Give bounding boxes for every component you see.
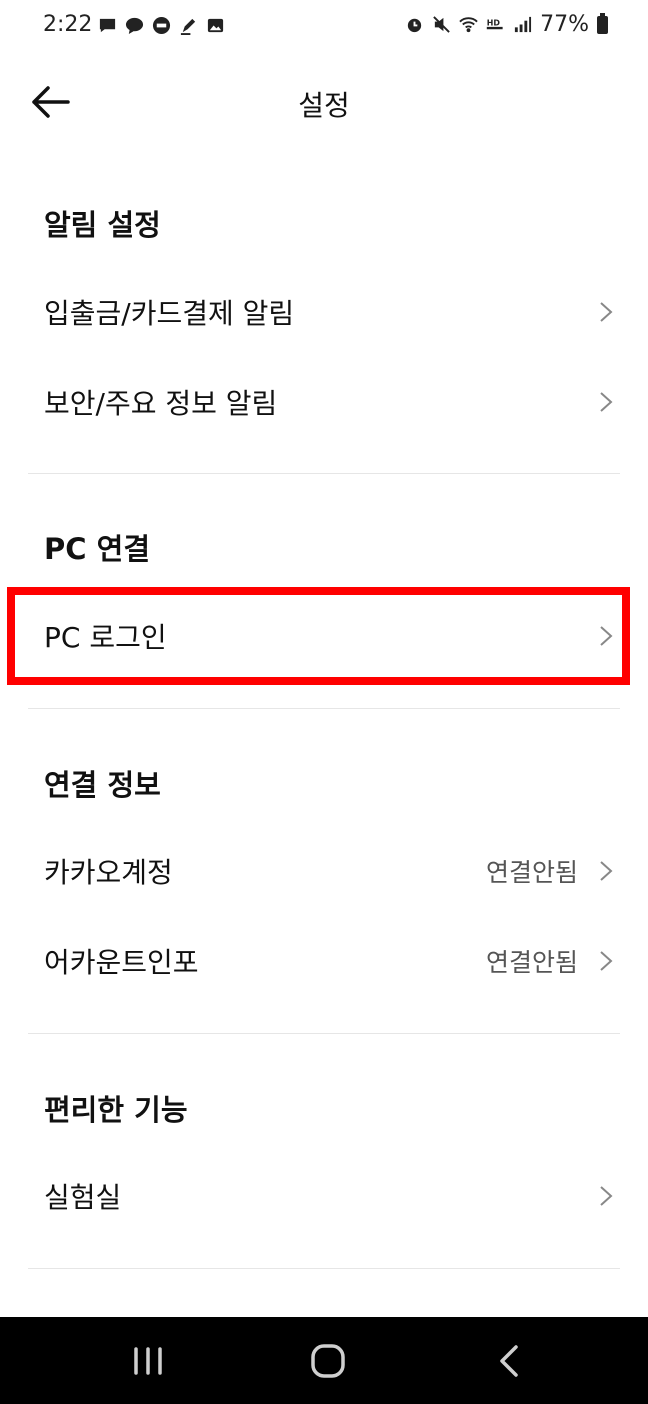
row-status-value: 연결안됨	[485, 858, 578, 887]
divider	[28, 1033, 620, 1034]
row-account-info[interactable]: 어카운트인포 연결안됨	[0, 921, 648, 1001]
recent-apps-icon[interactable]	[118, 1341, 178, 1381]
section-title-connections: 연결 정보	[44, 768, 161, 802]
alarm-icon	[407, 18, 422, 33]
divider	[28, 708, 620, 709]
row-pc-login[interactable]: PC 로그인	[0, 596, 648, 676]
divider	[28, 473, 620, 474]
chevron-right-icon	[600, 1186, 613, 1206]
app-header: 설정	[0, 70, 648, 134]
status-indicators: HD 77%	[405, 12, 608, 37]
signal-icon	[514, 16, 532, 33]
page-title: 설정	[298, 89, 350, 122]
mute-icon	[433, 16, 450, 33]
row-label: 어카운트인포	[44, 946, 199, 979]
row-kakao-account[interactable]: 카카오계정 연결안됨	[0, 831, 648, 911]
svg-text:HD: HD	[487, 18, 501, 27]
notification-icons	[98, 16, 225, 35]
chevron-right-icon	[600, 951, 613, 971]
row-label: 실험실	[44, 1181, 122, 1214]
wifi-icon	[459, 17, 478, 33]
message-icon	[99, 18, 116, 33]
row-label: 보안/주요 정보 알림	[44, 387, 278, 420]
system-nav-bar	[0, 1317, 648, 1404]
row-label: PC 로그인	[44, 621, 167, 654]
section-title-features: 편리한 기능	[44, 1093, 188, 1127]
home-icon[interactable]	[298, 1341, 358, 1381]
row-transaction-alerts[interactable]: 입출금/카드결제 알림	[0, 272, 648, 352]
status-time: 2:22	[43, 12, 93, 37]
row-status-value: 연결안됨	[485, 948, 578, 977]
row-lab[interactable]: 실험실	[0, 1156, 648, 1236]
section-title-notifications: 알림 설정	[44, 208, 161, 242]
status-bar: 2:22 HD 77%	[0, 0, 648, 56]
chevron-right-icon	[600, 392, 613, 412]
row-label: 카카오계정	[44, 856, 173, 889]
image-icon	[207, 18, 224, 33]
section-title-pc: PC 연결	[44, 532, 150, 566]
chevron-right-icon	[600, 626, 613, 646]
battery-percent: 77%	[540, 12, 589, 37]
divider	[28, 1268, 620, 1269]
chevron-right-icon	[600, 861, 613, 881]
hd-voice-icon: HD	[486, 18, 503, 30]
back-icon[interactable]	[480, 1341, 540, 1381]
battery-icon	[597, 12, 608, 34]
row-label: 입출금/카드결제 알림	[44, 297, 295, 330]
talk-icon	[152, 16, 171, 35]
row-security-alerts[interactable]: 보안/주요 정보 알림	[0, 362, 648, 442]
pen-icon	[180, 18, 196, 35]
chevron-right-icon	[600, 302, 613, 322]
chat-bubble-icon	[125, 17, 144, 35]
